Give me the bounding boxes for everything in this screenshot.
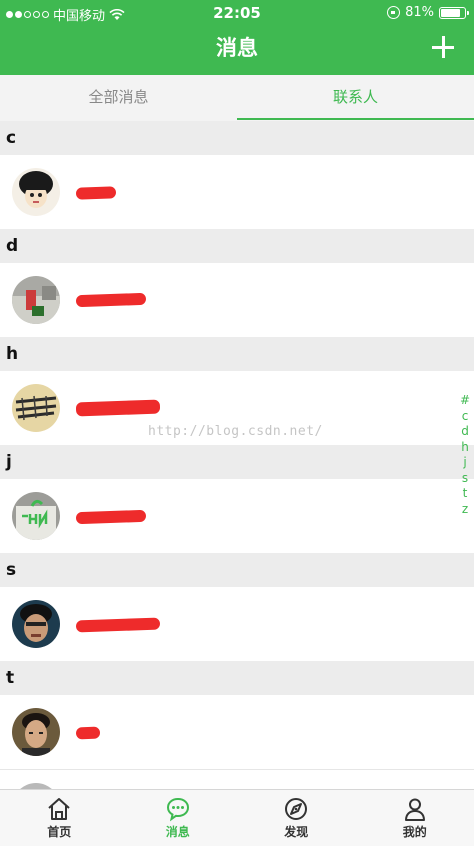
alphabet-index-bar[interactable]: # c d h j s t z bbox=[459, 393, 471, 517]
page-title: 消息 bbox=[216, 36, 258, 60]
section-header-d: d bbox=[0, 229, 474, 263]
battery-percent: 81% bbox=[405, 5, 434, 20]
home-icon bbox=[48, 798, 70, 820]
status-right: 81% bbox=[387, 5, 469, 20]
tabbar-item-me[interactable]: 我的 bbox=[356, 790, 474, 846]
redacted-name bbox=[75, 186, 117, 200]
tabbar-item-messages[interactable]: 消息 bbox=[119, 790, 238, 846]
section-header-j: j bbox=[0, 445, 474, 479]
section-header-t: t bbox=[0, 661, 474, 695]
redacted-name bbox=[75, 726, 101, 740]
index-letter[interactable]: d bbox=[461, 424, 469, 440]
avatar bbox=[12, 276, 60, 324]
section-header-c: c bbox=[0, 121, 474, 155]
avatar bbox=[12, 168, 60, 216]
status-bar: 中国移动 22:05 81% bbox=[0, 0, 474, 26]
avatar bbox=[12, 708, 60, 756]
contact-list[interactable]: c d h j s t bbox=[0, 121, 474, 789]
tabbar-label: 发现 bbox=[284, 825, 309, 839]
index-letter[interactable]: # bbox=[460, 393, 470, 409]
index-letter[interactable]: z bbox=[462, 502, 468, 518]
contact-row[interactable] bbox=[0, 479, 474, 553]
bottom-tab-bar: 首页 消息 发现 我的 bbox=[0, 789, 474, 846]
orientation-lock-icon bbox=[387, 6, 401, 19]
avatar bbox=[12, 384, 60, 432]
contact-row[interactable] bbox=[0, 263, 474, 337]
chat-bubble-icon bbox=[166, 797, 189, 822]
redacted-name bbox=[75, 617, 161, 633]
battery-icon bbox=[439, 6, 469, 19]
redacted-name bbox=[75, 292, 147, 308]
person-icon bbox=[404, 798, 425, 821]
index-letter[interactable]: s bbox=[462, 471, 468, 487]
redacted-name bbox=[75, 399, 161, 417]
index-letter[interactable]: t bbox=[463, 486, 468, 502]
index-letter[interactable]: h bbox=[461, 440, 469, 456]
index-letter[interactable]: c bbox=[462, 409, 469, 425]
tabbar-label: 消息 bbox=[165, 825, 190, 839]
tab-contacts[interactable]: 联系人 bbox=[237, 75, 474, 121]
contact-row[interactable] bbox=[0, 155, 474, 229]
segment-tabs: 全部消息 联系人 bbox=[0, 75, 474, 121]
watermark: http://blog.csdn.net/ bbox=[148, 424, 323, 439]
add-button[interactable] bbox=[432, 36, 454, 58]
section-header-h: h bbox=[0, 337, 474, 371]
contact-row[interactable] bbox=[0, 695, 474, 769]
contact-row[interactable] bbox=[0, 587, 474, 661]
redacted-name bbox=[75, 509, 147, 525]
tabbar-label: 首页 bbox=[47, 825, 72, 839]
tabbar-item-discover[interactable]: 发现 bbox=[237, 790, 356, 846]
avatar bbox=[12, 492, 60, 540]
compass-icon bbox=[285, 798, 308, 820]
avatar bbox=[12, 600, 60, 648]
section-header-s: s bbox=[0, 553, 474, 587]
tab-all-messages[interactable]: 全部消息 bbox=[0, 75, 237, 121]
contact-row[interactable] bbox=[0, 769, 474, 789]
tabbar-label: 我的 bbox=[402, 825, 427, 839]
top-header: 中国移动 22:05 81% 消息 bbox=[0, 0, 474, 75]
index-letter[interactable]: j bbox=[463, 455, 466, 471]
tabbar-item-home[interactable]: 首页 bbox=[0, 790, 119, 846]
